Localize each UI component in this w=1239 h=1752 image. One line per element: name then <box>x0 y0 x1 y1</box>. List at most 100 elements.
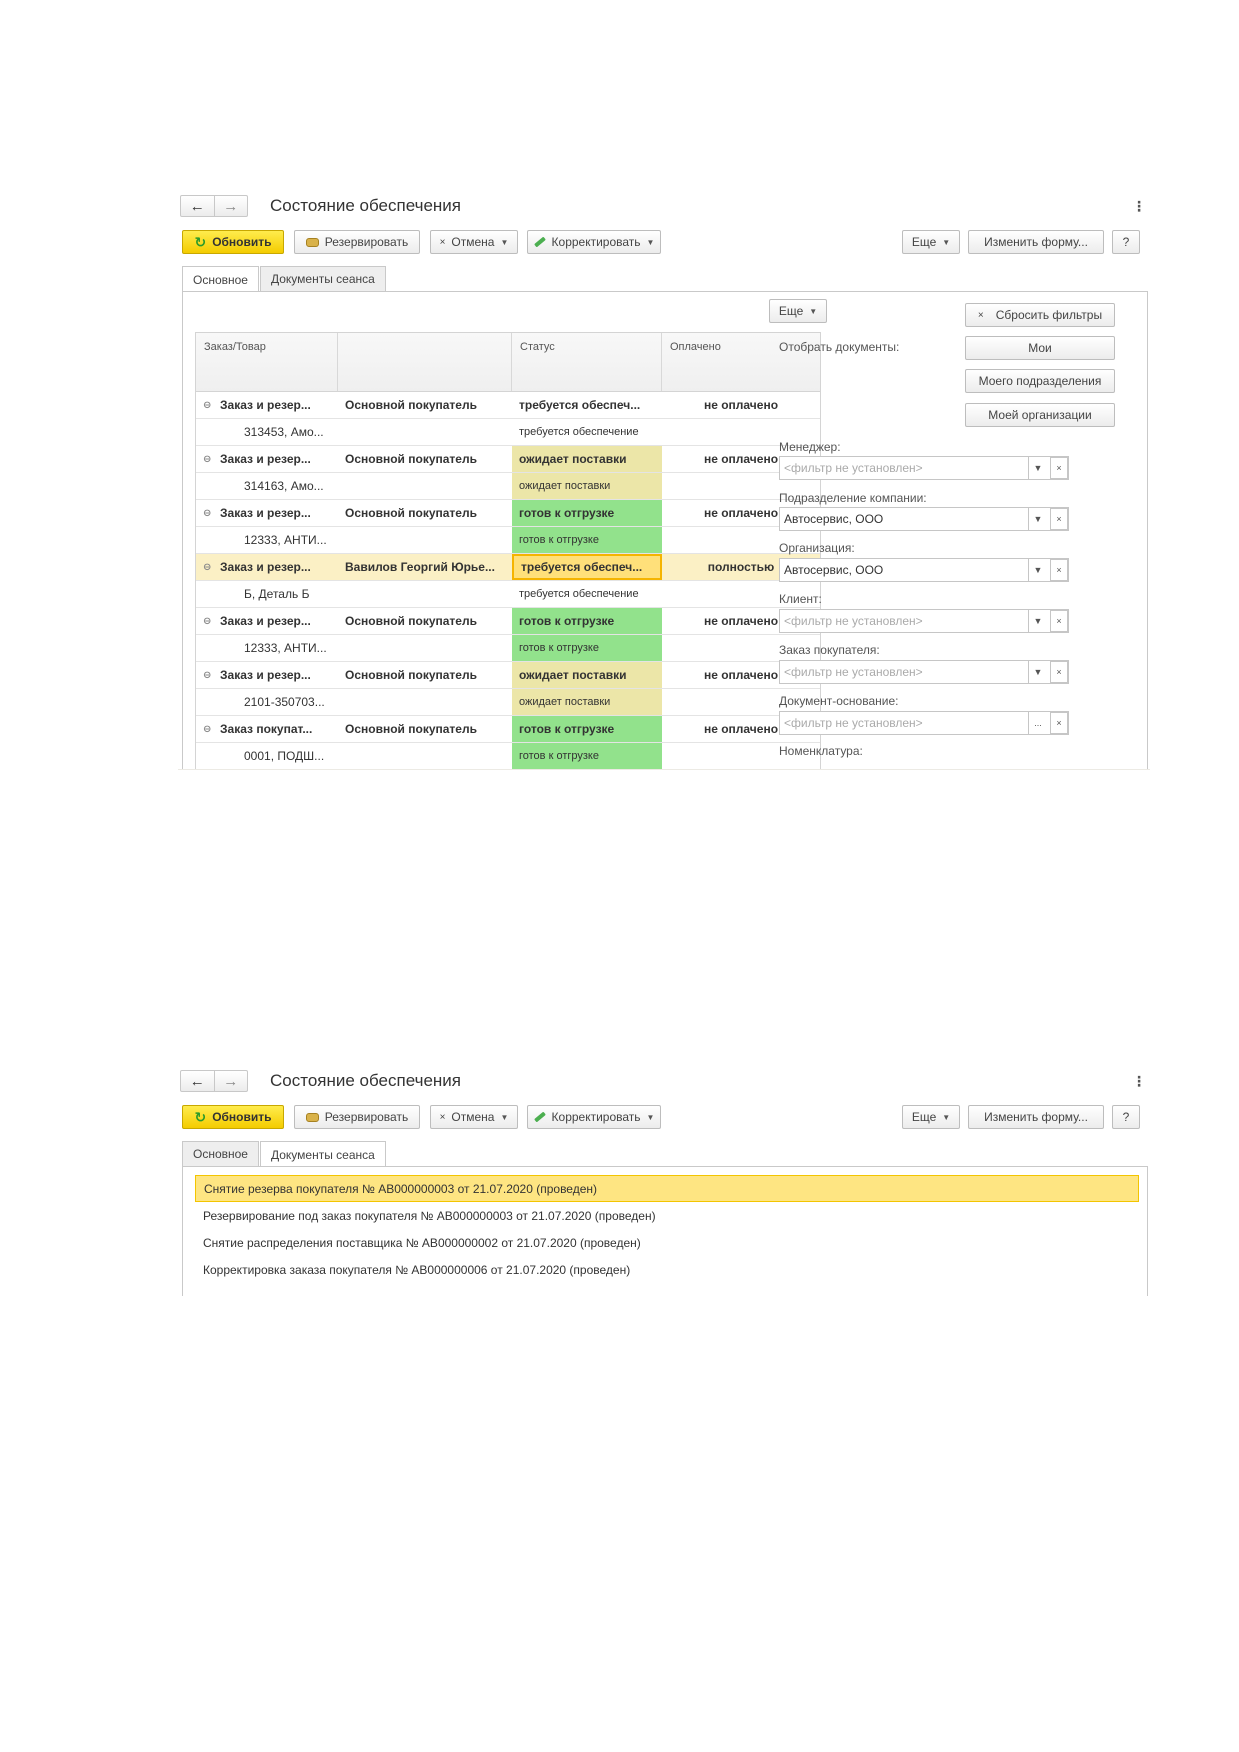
organization-label: Организация: <box>779 541 855 555</box>
collapse-icon[interactable]: ⊖ <box>203 400 214 411</box>
column-header-customer[interactable] <box>338 333 512 391</box>
basis-document-value[interactable]: <фильтр не установлен> <box>780 712 1028 734</box>
table-more-button[interactable]: Еще ▼ <box>769 299 827 323</box>
refresh-button[interactable]: ↻ Обновить <box>182 1105 284 1129</box>
table-row[interactable]: ⊖ Заказ и резер... Основной покупатель го… <box>196 608 820 635</box>
cell-status: требуется обеспеч... <box>519 398 641 412</box>
forward-arrow-icon[interactable]: → <box>213 196 248 216</box>
table-row[interactable]: Б, Деталь Б требуется обеспечение <box>196 581 820 608</box>
organization-value[interactable]: Автосервис, ООО <box>780 559 1028 581</box>
reset-filters-button[interactable]: × Сбросить фильтры <box>965 303 1115 327</box>
clear-icon[interactable]: × <box>1050 661 1068 683</box>
table-row[interactable]: ⊖ Заказ и резер... Основной покупатель ож… <box>196 446 820 473</box>
cell-customer <box>338 635 512 661</box>
dropdown-arrow-icon[interactable]: ▼ <box>1028 508 1047 530</box>
collapse-icon[interactable]: ⊖ <box>203 508 214 519</box>
list-item[interactable]: Резервирование под заказ покупателя № АВ… <box>195 1202 1139 1229</box>
mine-button[interactable]: Мои <box>965 336 1115 360</box>
help-button[interactable]: ? <box>1112 1105 1140 1129</box>
adjust-button[interactable]: Корректировать ▼ <box>527 1105 661 1129</box>
help-button[interactable]: ? <box>1112 230 1140 254</box>
column-header-order[interactable]: Заказ/Товар <box>196 333 338 391</box>
cell-status: требуется обеспечение <box>519 588 639 600</box>
client-label: Клиент: <box>779 592 822 606</box>
chevron-down-icon: ▼ <box>942 1112 951 1122</box>
clear-icon[interactable]: × <box>1050 508 1068 530</box>
cell-customer <box>338 473 512 499</box>
table-row[interactable]: 0001, ПОДШ... готов к отгрузке <box>196 743 820 769</box>
table-row-selected[interactable]: ⊖ Заказ и резер... Вавилов Георгий Юрье..… <box>196 554 820 581</box>
cell-product: Б, Деталь Б <box>244 587 310 601</box>
clear-icon[interactable]: × <box>1050 559 1068 581</box>
cell-product: 314163, Амо... <box>244 479 324 493</box>
my-department-button[interactable]: Моего подразделения <box>965 369 1115 393</box>
chevron-down-icon: ▼ <box>809 306 818 316</box>
back-arrow-icon[interactable]: ← <box>181 196 214 216</box>
clear-icon[interactable]: × <box>1050 712 1068 734</box>
tab-session-documents[interactable]: Документы сеанса <box>259 1141 386 1167</box>
cell-status: готов к отгрузке <box>512 743 662 769</box>
reserve-button[interactable]: Резервировать <box>294 1105 420 1129</box>
more-button[interactable]: Еще ▼ <box>902 230 960 254</box>
refresh-icon: ↻ <box>194 233 207 250</box>
collapse-icon[interactable]: ⊖ <box>203 724 214 735</box>
client-value[interactable]: <фильтр не установлен> <box>780 610 1028 632</box>
reserve-button[interactable]: Резервировать <box>294 230 420 254</box>
dropdown-arrow-icon[interactable]: ▼ <box>1028 457 1047 479</box>
customer-order-field[interactable]: <фильтр не установлен> ▼ × <box>779 660 1069 684</box>
customer-order-value[interactable]: <фильтр не установлен> <box>780 661 1028 683</box>
change-form-button[interactable]: Изменить форму... <box>968 1105 1104 1129</box>
forward-arrow-icon[interactable]: → <box>213 1071 248 1091</box>
dropdown-arrow-icon[interactable]: ▼ <box>1028 559 1047 581</box>
manager-field[interactable]: <фильтр не установлен> ▼ × <box>779 456 1069 480</box>
table-row[interactable]: ⊖ Заказ покупат... Основной покупатель го… <box>196 716 820 743</box>
tab-session-documents[interactable]: Документы сеанса <box>259 266 386 291</box>
table-row[interactable]: 12333, АНТИ... готов к отгрузке <box>196 635 820 662</box>
list-item[interactable]: Снятие распределения поставщика № АВ0000… <box>195 1229 1139 1256</box>
change-form-button[interactable]: Изменить форму... <box>968 230 1104 254</box>
department-value[interactable]: Автосервис, ООО <box>780 508 1028 530</box>
collapse-icon[interactable]: ⊖ <box>203 454 214 465</box>
clear-icon[interactable]: × <box>1050 457 1068 479</box>
organization-field[interactable]: Автосервис, ООО ▼ × <box>779 558 1069 582</box>
tab-main[interactable]: Основное <box>182 266 259 292</box>
refresh-button[interactable]: ↻ Обновить <box>182 230 284 254</box>
collapse-icon[interactable]: ⊖ <box>203 616 214 627</box>
kebab-menu-icon[interactable]: ⋮ <box>1132 1073 1146 1090</box>
manager-value[interactable]: <фильтр не установлен> <box>780 457 1028 479</box>
close-icon: × <box>439 1111 446 1123</box>
basis-document-field[interactable]: <фильтр не установлен> ... × <box>779 711 1069 735</box>
dropdown-arrow-icon[interactable]: ▼ <box>1028 610 1047 632</box>
table-row[interactable]: ⊖ Заказ и резер... Основной покупатель ож… <box>196 662 820 689</box>
table-row[interactable]: ⊖ Заказ и резер... Основной покупатель го… <box>196 500 820 527</box>
cell-status: готов к отгрузке <box>512 635 662 661</box>
dropdown-arrow-icon[interactable]: ▼ <box>1028 661 1047 683</box>
list-item[interactable]: Корректировка заказа покупателя № АВ0000… <box>195 1256 1139 1283</box>
kebab-menu-icon[interactable]: ⋮ <box>1132 198 1146 215</box>
cell-product: 0001, ПОДШ... <box>244 749 325 763</box>
list-item-selected[interactable]: Снятие резерва покупателя № АВ000000003 … <box>195 1175 1139 1202</box>
table-row[interactable]: ⊖ Заказ и резер... Основной покупатель тр… <box>196 392 820 419</box>
cancel-button[interactable]: × Отмена ▼ <box>430 230 518 254</box>
basis-document-label: Документ-основание: <box>779 694 899 708</box>
more-button[interactable]: Еще ▼ <box>902 1105 960 1129</box>
table-row[interactable]: 12333, АНТИ... готов к отгрузке <box>196 527 820 554</box>
column-header-status[interactable]: Статус <box>512 333 662 391</box>
clear-icon[interactable]: × <box>1050 610 1068 632</box>
coins-icon <box>305 237 319 247</box>
cell-product: 313453, Амо... <box>244 425 324 439</box>
table-row[interactable]: 2101-350703... ожидает поставки <box>196 689 820 716</box>
department-field[interactable]: Автосервис, ООО ▼ × <box>779 507 1069 531</box>
client-field[interactable]: <фильтр не установлен> ▼ × <box>779 609 1069 633</box>
collapse-icon[interactable]: ⊖ <box>203 670 214 681</box>
cell-paid: не оплачено <box>703 398 779 412</box>
adjust-button[interactable]: Корректировать ▼ <box>527 230 661 254</box>
ellipsis-icon[interactable]: ... <box>1028 712 1047 734</box>
table-row[interactable]: 314163, Амо... ожидает поставки <box>196 473 820 500</box>
my-organization-button[interactable]: Моей организации <box>965 403 1115 427</box>
collapse-icon[interactable]: ⊖ <box>203 562 214 573</box>
tab-main[interactable]: Основное <box>182 1141 259 1166</box>
table-row[interactable]: 313453, Амо... требуется обеспечение <box>196 419 820 446</box>
cancel-button[interactable]: × Отмена ▼ <box>430 1105 518 1129</box>
back-arrow-icon[interactable]: ← <box>181 1071 214 1091</box>
